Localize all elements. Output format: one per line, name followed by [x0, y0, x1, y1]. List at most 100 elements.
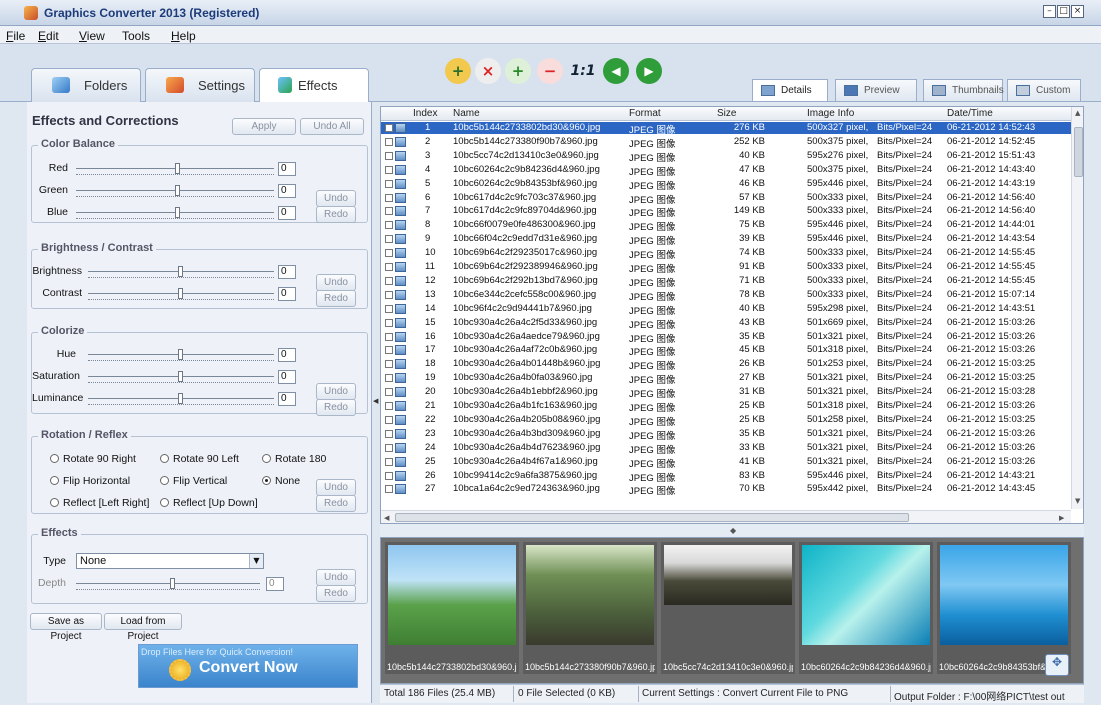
table-row[interactable]: 17 10bc930a4c26a4af72c0b&960.jpg JPEG 图像 45… [381, 344, 1071, 358]
row-checkbox[interactable] [385, 235, 393, 244]
hue-slider-thumb[interactable] [178, 349, 183, 360]
luminance-value[interactable]: 0 [278, 392, 296, 406]
table-row[interactable]: 10 10bc69b64c2f29235017c&960.jpg JPEG 图像 74… [381, 247, 1071, 261]
red-slider-thumb[interactable] [175, 163, 180, 174]
rotation-redo-button[interactable]: Redo [316, 495, 356, 512]
table-row[interactable]: 16 10bc930a4c26a4aedce79&960.jpg JPEG 图像 35… [381, 331, 1071, 345]
table-row[interactable]: 15 10bc930a4c26a4c2f5d33&960.jpg JPEG 图像 43… [381, 317, 1071, 331]
row-checkbox[interactable] [385, 388, 393, 397]
row-checkbox[interactable] [385, 124, 393, 132]
table-row[interactable]: 5 10bc60264c2c9b84353bf&960.jpg JPEG 图像 46 … [381, 178, 1071, 192]
row-checkbox[interactable] [385, 179, 393, 188]
contrast-slider-thumb[interactable] [178, 288, 183, 299]
tab-folders[interactable]: Folders [31, 68, 141, 102]
table-row[interactable]: 3 10bc5cc74c2d13410c3e0&960.jpg JPEG 图像 40 … [381, 150, 1071, 164]
row-checkbox[interactable] [385, 263, 393, 271]
menu-view[interactable]: View [79, 29, 105, 43]
menu-tools[interactable]: Tools [122, 29, 150, 43]
brightness-undo-button[interactable]: Undo [316, 274, 356, 291]
menu-edit[interactable]: Edit [38, 29, 59, 43]
rotation-undo-button[interactable]: Undo [316, 479, 356, 496]
radio-none[interactable]: None [262, 475, 300, 487]
row-checkbox[interactable] [385, 290, 393, 299]
column-format[interactable]: Format [629, 108, 661, 119]
tab-effects[interactable]: Effects [259, 68, 369, 103]
table-row[interactable]: 6 10bc617d4c2c9fc703c37&960.jpg JPEG 图像 57 … [381, 192, 1071, 206]
depth-slider-thumb[interactable] [170, 578, 175, 589]
splitter-grip-icon[interactable]: ◆ [730, 526, 736, 535]
table-row[interactable]: 9 10bc66f04c2c9edd7d31e&960.jpg JPEG 图像 39 … [381, 233, 1071, 247]
brightness-slider-thumb[interactable] [178, 266, 183, 277]
convert-now-button[interactable]: Drop Files Here for Quick Conversion! Co… [138, 644, 358, 688]
effects-redo-button[interactable]: Redo [316, 585, 356, 602]
add-file-icon[interactable]: + [445, 58, 471, 84]
radio-rotate-180[interactable]: Rotate 180 [262, 453, 326, 465]
close-button[interactable]: × [1071, 5, 1084, 18]
radio-reflect-up-down[interactable]: Reflect [Up Down] [160, 497, 258, 509]
row-checkbox[interactable] [385, 485, 393, 494]
color-redo-button[interactable]: Redo [316, 206, 356, 223]
row-checkbox[interactable] [385, 402, 393, 410]
row-checkbox[interactable] [385, 457, 393, 466]
scroll-left-arrow-icon[interactable]: ◀ [384, 514, 389, 522]
table-row[interactable]: 19 10bc930a4c26a4b0fa03&960.jpg JPEG 图像 27 … [381, 372, 1071, 386]
radio-flip-vertical[interactable]: Flip Vertical [160, 475, 227, 487]
row-checkbox[interactable] [385, 443, 393, 452]
row-checkbox[interactable] [385, 429, 393, 438]
column-image-info[interactable]: Image Info [807, 108, 854, 119]
thumbnail-card[interactable]: 10bc5cc74c2d13410c3e0&960.jpg [661, 542, 795, 674]
column-date-time[interactable]: Date/Time [947, 108, 993, 119]
blue-slider-thumb[interactable] [175, 207, 180, 218]
table-row[interactable]: 24 10bc930a4c26a4b4d7623&960.jpg JPEG 图像 33… [381, 442, 1071, 456]
row-checkbox[interactable] [385, 207, 393, 216]
radio-rotate-90-right[interactable]: Rotate 90 Right [50, 453, 136, 465]
saturation-value[interactable]: 0 [278, 370, 296, 384]
table-row[interactable]: 2 10bc5b144c273380f90b7&960.jpg JPEG 图像 252… [381, 136, 1071, 150]
menu-file[interactable]: File [6, 29, 25, 43]
vertical-scroll-thumb[interactable] [1074, 127, 1083, 177]
next-arrow-icon[interactable]: ▶ [636, 58, 662, 84]
table-row[interactable]: 1 10bc5b144c2733802bd30&960.jpg JPEG 图像 276… [381, 122, 1071, 136]
thumbnail-card[interactable]: 10bc5b144c273380f90b7&960.jpg [523, 542, 657, 674]
table-row[interactable]: 26 10bc99414c2c9a6fa3875&960.jpg JPEG 图像 83… [381, 470, 1071, 484]
undo-all-button[interactable]: Undo All [300, 118, 364, 135]
maximize-button[interactable]: □ [1057, 5, 1070, 18]
row-checkbox[interactable] [385, 221, 393, 230]
row-checkbox[interactable] [385, 415, 393, 424]
chevron-down-icon[interactable]: ▼ [249, 554, 263, 568]
view-tab-thumbnails[interactable]: Thumbnails [923, 79, 1004, 101]
table-row[interactable]: 27 10bca1a64c2c9ed724363&960.jpg JPEG 图像 70… [381, 483, 1071, 497]
red-value[interactable]: 0 [278, 162, 296, 176]
table-row[interactable]: 7 10bc617d4c2c9fc89704d&960.jpg JPEG 图像 149… [381, 205, 1071, 219]
add-all-icon[interactable]: + [505, 58, 531, 84]
contrast-value[interactable]: 0 [278, 287, 296, 301]
scroll-up-arrow-icon[interactable]: ▲ [1075, 109, 1080, 117]
thumbnail-card[interactable]: 10bc5b144c2733802bd30&960.jpg [385, 542, 519, 674]
tab-settings[interactable]: Settings [145, 68, 255, 102]
color-undo-button[interactable]: Undo [316, 190, 356, 207]
thumbnail-card[interactable]: 10bc60264c2c9b84236d4&960.jpg [799, 542, 933, 674]
previous-arrow-icon[interactable]: ◀ [603, 58, 629, 84]
depth-value[interactable]: 0 [266, 577, 284, 591]
row-checkbox[interactable] [385, 249, 393, 258]
file-list-horizontal-scrollbar[interactable]: ◀ ▶ [381, 510, 1071, 523]
row-checkbox[interactable] [385, 471, 393, 480]
table-row[interactable]: 14 10bc96f4c2c9d94441b7&960.jpg JPEG 图像 40 … [381, 303, 1071, 317]
radio-flip-horizontal[interactable]: Flip Horizontal [50, 475, 130, 487]
effects-type-select[interactable]: None ▼ [76, 553, 264, 569]
effects-undo-button[interactable]: Undo [316, 569, 356, 586]
radio-reflect-left-right[interactable]: Reflect [Left Right] [50, 497, 149, 509]
row-checkbox[interactable] [385, 151, 393, 160]
row-checkbox[interactable] [385, 374, 393, 383]
table-row[interactable]: 25 10bc930a4c26a4b4f67a1&960.jpg JPEG 图像 41… [381, 456, 1071, 470]
hue-value[interactable]: 0 [278, 348, 296, 362]
load-project-button[interactable]: Load from Project [104, 613, 182, 642]
brightness-value[interactable]: 0 [278, 265, 296, 279]
view-tab-preview[interactable]: Preview [835, 79, 917, 101]
table-row[interactable]: 12 10bc69b64c2f292b13bd7&960.jpg JPEG 图像 71… [381, 275, 1071, 289]
actual-size-button[interactable]: 1:1 [570, 58, 596, 84]
scroll-down-arrow-icon[interactable]: ▼ [1075, 497, 1080, 505]
collapse-panel-arrow-icon[interactable]: ◀ [373, 397, 378, 405]
table-row[interactable]: 23 10bc930a4c26a4b3bd309&960.jpg JPEG 图像 35… [381, 428, 1071, 442]
brightness-redo-button[interactable]: Redo [316, 290, 356, 307]
